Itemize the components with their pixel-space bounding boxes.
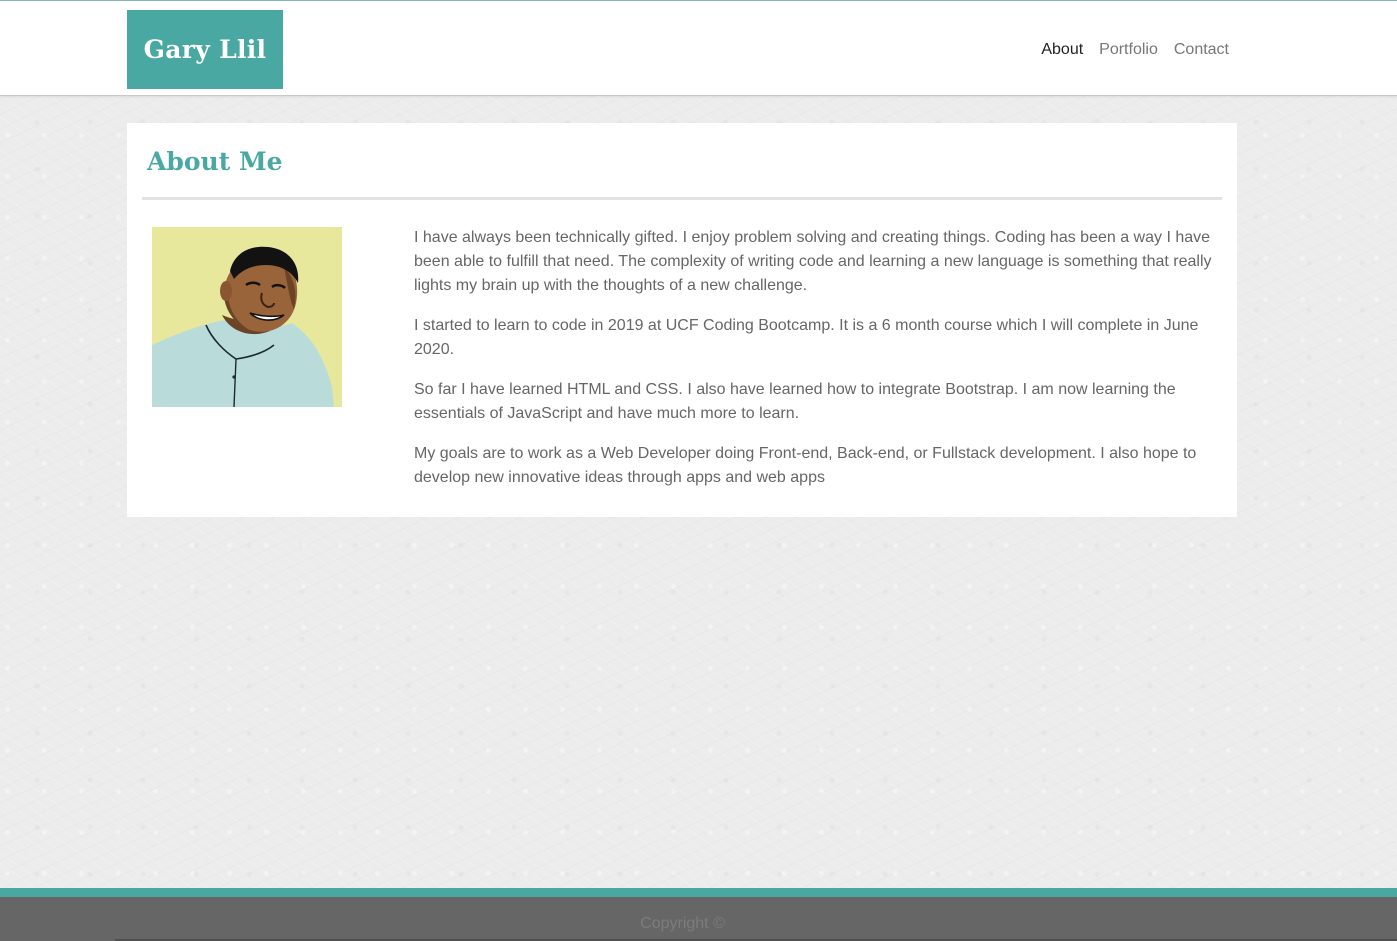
bio-paragraph: My goals are to work as a Web Developer … [414, 445, 1197, 486]
bio-paragraph: I started to learn to code in 2019 at UC… [414, 317, 1199, 358]
page-title: About Me [147, 147, 283, 176]
about-card: About Me I have always been technically … [127, 123, 1237, 517]
footer-accent-bar [0, 888, 1397, 897]
title-divider [142, 197, 1222, 200]
site-footer: Copyright © [0, 897, 1397, 941]
nav-link-contact[interactable]: Contact [1174, 40, 1229, 60]
copyright-text: Copyright © [640, 915, 725, 932]
site-header: Gary Llil About Portfolio Contact [0, 0, 1397, 96]
bio-paragraph: So far I have learned HTML and CSS. I al… [414, 381, 1176, 422]
brand-logo[interactable]: Gary Llil [127, 10, 283, 89]
bio-text: I have always been technically gifted. I… [414, 226, 1224, 506]
nav-link-about[interactable]: About [1041, 40, 1083, 60]
profile-avatar [152, 227, 342, 407]
nav-link-portfolio[interactable]: Portfolio [1099, 40, 1158, 60]
bio-paragraph: I have always been technically gifted. I… [414, 229, 1212, 294]
main-nav: About Portfolio Contact [1025, 40, 1229, 60]
